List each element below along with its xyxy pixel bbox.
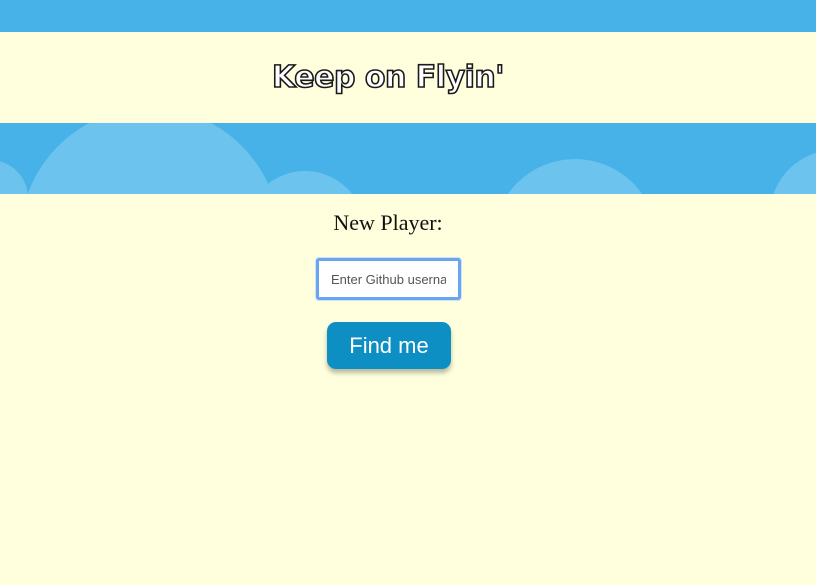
new-player-form: New Player: Find me — [0, 194, 816, 585]
top-sky-bar — [0, 0, 816, 32]
title-band: Keep on Flyin' — [0, 32, 816, 123]
new-player-label: New Player: — [333, 210, 443, 235]
github-username-input[interactable] — [316, 258, 461, 300]
find-me-button[interactable]: Find me — [327, 322, 451, 369]
clouds-illustration — [0, 123, 816, 194]
cloud-banner — [0, 123, 816, 194]
game-title: Keep on Flyin' — [271, 59, 505, 96]
